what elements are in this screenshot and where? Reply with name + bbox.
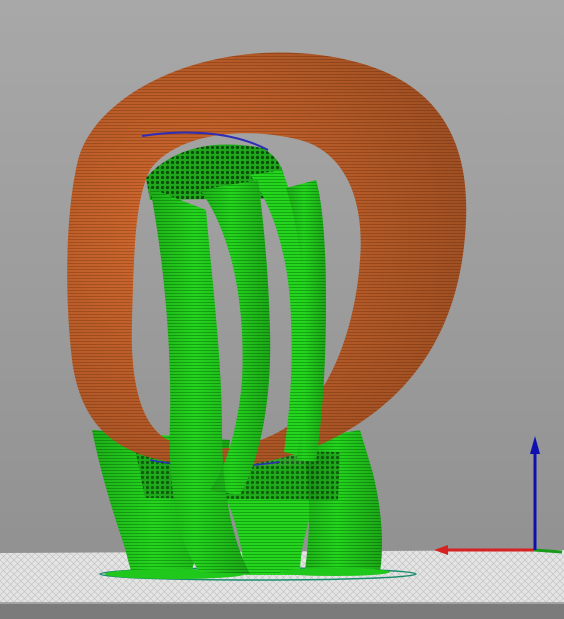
scene-canvas[interactable] bbox=[0, 0, 564, 619]
y-axis[interactable] bbox=[533, 548, 563, 554]
3d-viewport[interactable] bbox=[0, 0, 564, 619]
